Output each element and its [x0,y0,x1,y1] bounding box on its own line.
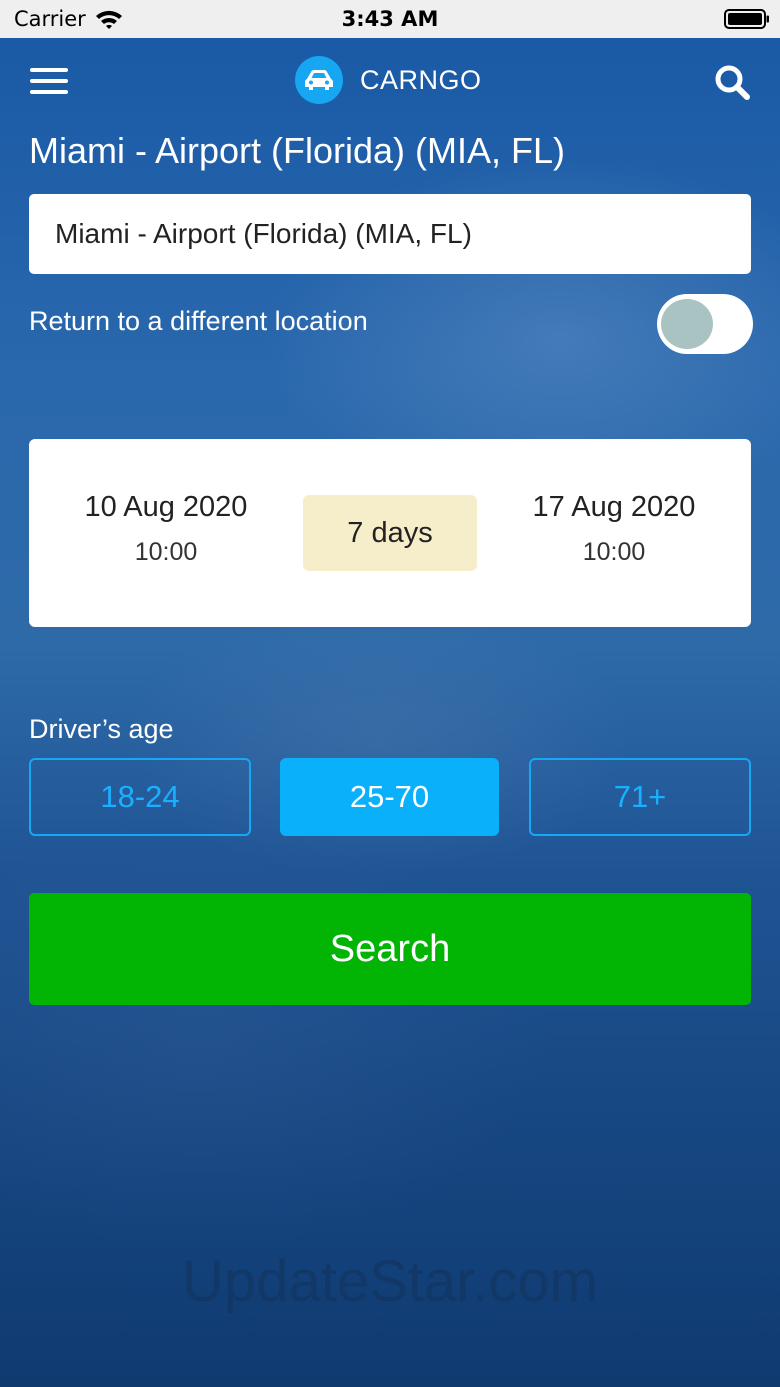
dropoff-time: 10:00 [582,538,646,566]
age-option-71-plus[interactable]: 71+ [529,758,751,836]
pickup-time: 10:00 [134,538,198,566]
dropoff-date: 17 Aug 2020 [532,491,696,523]
pickup-date: 10 Aug 2020 [84,491,248,523]
age-option-18-24[interactable]: 18-24 [29,758,251,836]
app-screen: CARNGO Miami - Airport (Florida) (MIA, F… [0,38,780,1387]
hamburger-menu-icon[interactable] [30,68,70,96]
toggle-knob [661,299,713,349]
search-button[interactable]: Search [29,893,751,1005]
status-time: 3:43 AM [341,7,439,31]
status-bar: Carrier 3:43 AM [0,0,780,38]
pickup-location-input[interactable]: Miami - Airport (Florida) (MIA, FL) [29,194,751,274]
pickup-datetime[interactable]: 10 Aug 2020 10:00 [31,491,301,567]
car-icon [295,56,343,104]
pickup-location-value: Miami - Airport (Florida) (MIA, FL) [55,218,472,249]
battery-icon [724,9,769,29]
pickup-location-title: Miami - Airport (Florida) (MIA, FL) [29,130,566,171]
driver-age-label: Driver’s age [29,714,174,744]
return-different-location-toggle[interactable] [657,294,753,354]
watermark-text: UpdateStar.com [182,1249,598,1314]
brand-logo: CARNGO [295,56,482,104]
rental-dates-card: 10 Aug 2020 10:00 7 days 17 Aug 2020 10:… [29,439,751,627]
brand-name: CARNGO [360,64,482,95]
rental-duration-badge: 7 days [303,495,477,571]
dropoff-datetime[interactable]: 17 Aug 2020 10:00 [479,491,749,567]
return-different-location-label: Return to a different location [29,306,368,336]
age-option-25-70[interactable]: 25-70 [280,758,499,836]
search-icon[interactable] [712,62,752,102]
